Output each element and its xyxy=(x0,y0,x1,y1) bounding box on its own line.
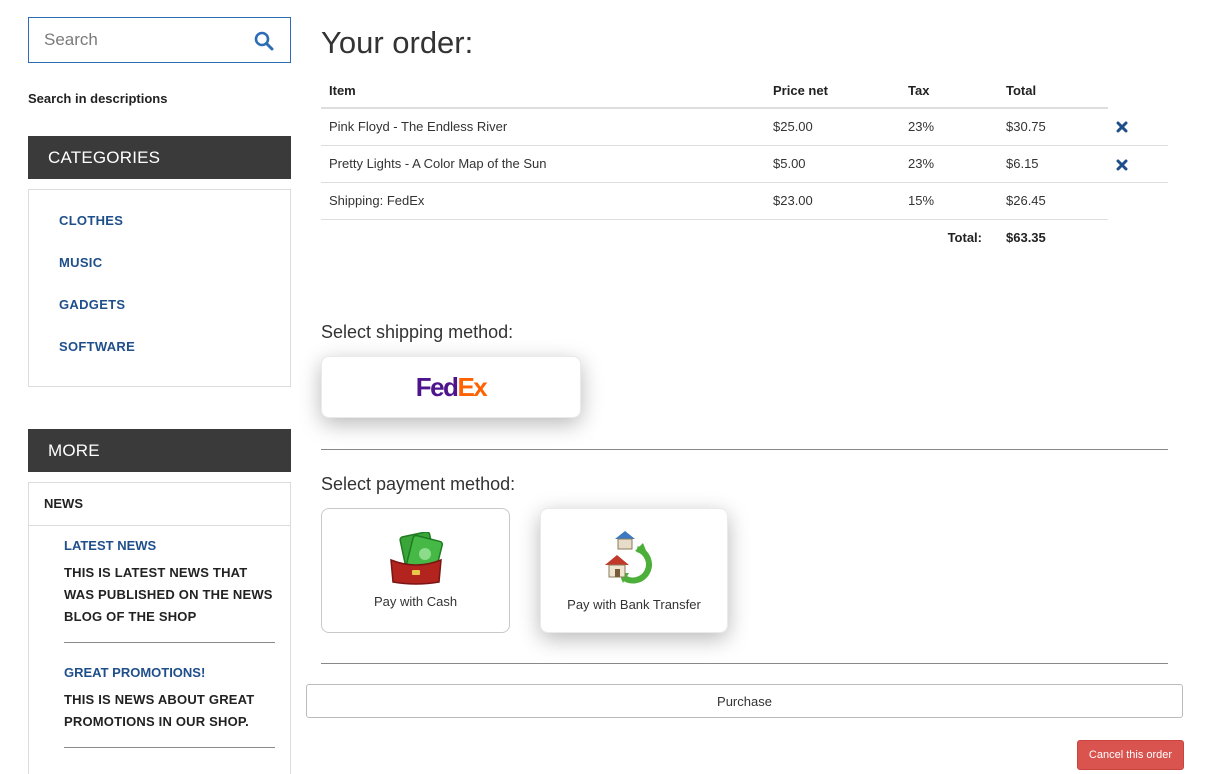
cell-item: Shipping: FedEx xyxy=(321,182,765,220)
payment-options: Pay with Cash Pay with Bank Transfer xyxy=(321,508,1168,633)
categories-title: CATEGORIES xyxy=(28,136,291,179)
column-header-tax: Tax xyxy=(900,74,998,109)
cell-price-net: $5.00 xyxy=(765,145,900,183)
shipping-option-fedex[interactable]: FedEx xyxy=(321,356,581,418)
total-value: $63.35 xyxy=(1006,230,1046,246)
news-panel: NEWS LATEST NEWS THIS IS LATEST NEWS THA… xyxy=(28,482,291,774)
category-music[interactable]: MUSIC xyxy=(59,250,290,292)
search-in-descriptions-link[interactable]: Search in descriptions xyxy=(28,91,291,106)
bank-transfer-icon xyxy=(605,531,652,584)
search-input[interactable] xyxy=(29,18,290,62)
cell-total: $26.45 xyxy=(998,182,1108,220)
table-row: Shipping: FedEx $23.00 15% $26.45 xyxy=(321,182,1168,220)
payment-option-cash[interactable]: Pay with Cash xyxy=(321,508,510,633)
cell-total: $30.75 xyxy=(998,108,1108,146)
news-title[interactable]: GREAT PROMOTIONS! xyxy=(64,665,275,681)
column-header-remove xyxy=(1108,74,1168,108)
cell-item: Pink Floyd - The Endless River xyxy=(321,108,765,146)
table-row: Pink Floyd - The Endless River $25.00 23… xyxy=(321,108,1168,146)
cell-tax: 23% xyxy=(900,145,998,183)
column-header-price-net: Price net xyxy=(765,74,900,109)
cell-remove xyxy=(1108,108,1168,146)
cell-price-net: $25.00 xyxy=(765,108,900,146)
table-header-row: Item Price net Tax Total xyxy=(321,74,1168,109)
search-icon[interactable] xyxy=(254,31,274,51)
sidebar: Search in descriptions CATEGORIES CLOTHE… xyxy=(28,17,291,774)
payment-option-label: Pay with Cash xyxy=(373,594,458,609)
category-software[interactable]: SOFTWARE xyxy=(59,334,290,376)
cell-tax: 23% xyxy=(900,108,998,146)
main-content: Your order: Item Price net Tax Total Pin… xyxy=(321,22,1168,664)
payment-option-bank-transfer[interactable]: Pay with Bank Transfer xyxy=(540,508,728,633)
cell-price-net: $23.00 xyxy=(765,182,900,220)
remove-item-icon[interactable] xyxy=(1116,159,1128,171)
cell-remove xyxy=(1108,182,1168,219)
cell-tax: 15% xyxy=(900,182,998,220)
search-box xyxy=(28,17,291,63)
fedex-logo: FedEx xyxy=(415,372,488,402)
total-label: Total: xyxy=(947,230,982,246)
cell-total: $6.15 xyxy=(998,145,1108,183)
order-table: Item Price net Tax Total Pink Floyd - Th… xyxy=(321,74,1168,256)
column-header-item: Item xyxy=(321,74,765,109)
cell-item: Pretty Lights - A Color Map of the Sun xyxy=(321,145,765,183)
table-row: Pretty Lights - A Color Map of the Sun $… xyxy=(321,145,1168,183)
payment-method-title: Select payment method: xyxy=(321,474,516,494)
category-gadgets[interactable]: GADGETS xyxy=(59,292,290,334)
news-item: GREAT PROMOTIONS! THIS IS NEWS ABOUT GRE… xyxy=(64,643,275,748)
cash-icon xyxy=(389,532,443,585)
news-text: THIS IS LATEST NEWS THAT WAS PUBLISHED O… xyxy=(64,565,273,624)
divider xyxy=(321,663,1168,664)
news-item: LATEST NEWS THIS IS LATEST NEWS THAT WAS… xyxy=(64,526,275,643)
column-header-total: Total xyxy=(998,74,1108,109)
news-title[interactable]: LATEST NEWS xyxy=(64,538,275,554)
categories-list: CLOTHES MUSIC GADGETS SOFTWARE xyxy=(28,189,291,387)
news-text: THIS IS NEWS ABOUT GREAT PROMOTIONS IN O… xyxy=(64,692,255,729)
divider xyxy=(321,449,1168,450)
total-row: Total: $63.35 xyxy=(321,219,1168,256)
cancel-order-button[interactable]: Cancel this order xyxy=(1077,740,1184,770)
page-title: Your order: xyxy=(321,25,474,60)
cell-remove xyxy=(1108,145,1168,183)
purchase-button[interactable]: Purchase xyxy=(306,684,1183,718)
payment-option-label: Pay with Bank Transfer xyxy=(567,597,701,612)
news-heading[interactable]: NEWS xyxy=(29,483,290,526)
shipping-method-title: Select shipping method: xyxy=(321,322,514,342)
category-clothes[interactable]: CLOTHES xyxy=(59,208,290,250)
more-title: MORE xyxy=(28,429,291,472)
remove-item-icon[interactable] xyxy=(1116,121,1128,133)
